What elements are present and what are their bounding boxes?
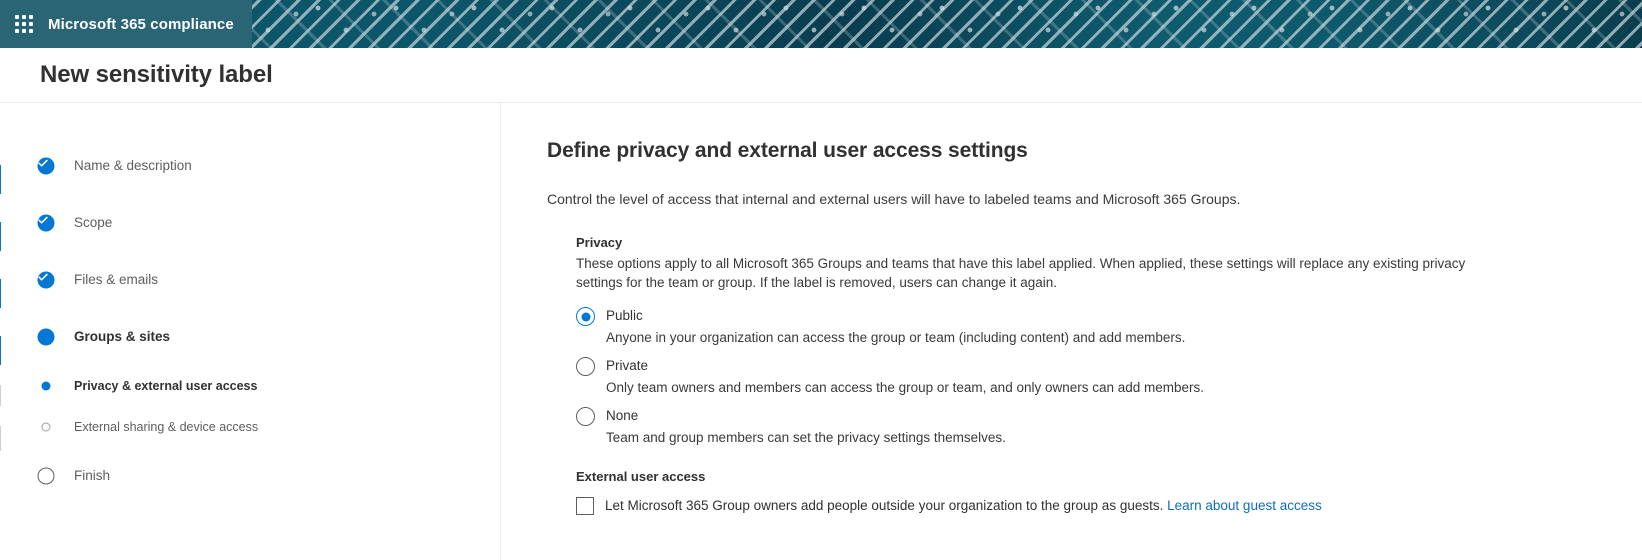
step-marker-current-icon: [38, 328, 55, 345]
wizard-step-groups-sites[interactable]: Groups & sites: [46, 308, 500, 365]
wizard-step-external-sharing-device-access[interactable]: External sharing & device access: [46, 406, 500, 447]
privacy-section: Privacy These options apply to all Micro…: [547, 235, 1602, 515]
wizard-step-label: Privacy & external user access: [46, 379, 257, 393]
privacy-description: These options apply to all Microsoft 365…: [576, 254, 1476, 292]
wizard-step-name-description[interactable]: Name & description: [46, 137, 500, 194]
step-marker-todo-icon: [38, 467, 55, 484]
wizard-navigation: Name & description Scope Files & emails: [0, 103, 501, 560]
suite-title[interactable]: Microsoft 365 compliance: [48, 16, 234, 33]
wizard-step-label: External sharing & device access: [46, 420, 258, 434]
external-user-access-heading: External user access: [576, 469, 1602, 484]
radio-button-private[interactable]: [576, 357, 595, 376]
checkbox-allow-guests[interactable]: [576, 497, 594, 515]
wizard-step-privacy-external-user-access[interactable]: Privacy & external user access: [46, 365, 500, 406]
radio-label-public: Public: [606, 306, 643, 325]
app-launcher-waffle-icon[interactable]: [0, 0, 48, 48]
step-marker-complete-icon: [38, 214, 55, 231]
main-panel: Define privacy and external user access …: [501, 103, 1642, 560]
radio-option-none[interactable]: None: [576, 406, 1602, 426]
radio-button-none[interactable]: [576, 407, 595, 426]
step-connector: [0, 336, 1, 365]
privacy-heading: Privacy: [576, 235, 1602, 250]
step-marker-complete-icon: [38, 157, 55, 174]
radio-option-public[interactable]: Public: [576, 306, 1602, 326]
radio-option-private[interactable]: Private: [576, 356, 1602, 376]
section-heading: Define privacy and external user access …: [547, 139, 1602, 163]
wizard-step-scope[interactable]: Scope: [46, 194, 500, 251]
substep-marker-todo-icon: [42, 422, 51, 431]
radio-label-private: Private: [606, 356, 648, 375]
radio-label-none: None: [606, 406, 638, 425]
radio-description-public: Anyone in your organization can access t…: [576, 328, 1602, 347]
wizard-step-list: Name & description Scope Files & emails: [0, 137, 500, 504]
checkbox-label-text: Let Microsoft 365 Group owners add peopl…: [605, 498, 1163, 513]
page-title-bar: New sensitivity label: [0, 48, 1642, 103]
wizard-step-label: Files & emails: [46, 272, 158, 287]
waffle-grid: [15, 15, 33, 33]
wizard-step-label: Name & description: [46, 158, 192, 173]
suite-header: Microsoft 365 compliance: [0, 0, 1642, 48]
page-title: New sensitivity label: [40, 61, 273, 89]
wizard-step-label: Groups & sites: [46, 329, 170, 344]
external-guest-access-row[interactable]: Let Microsoft 365 Group owners add peopl…: [576, 496, 1602, 515]
wizard-step-finish[interactable]: Finish: [46, 447, 500, 504]
step-connector: [0, 385, 1, 406]
learn-about-guest-access-link[interactable]: Learn about guest access: [1167, 498, 1322, 513]
step-connector: [0, 426, 1, 451]
content-area: Name & description Scope Files & emails: [0, 103, 1642, 560]
wizard-step-label: Scope: [46, 215, 112, 230]
step-connector: [0, 279, 1, 308]
step-marker-complete-icon: [38, 271, 55, 288]
radio-description-private: Only team owners and members can access …: [576, 378, 1602, 397]
step-connector: [0, 222, 1, 251]
substep-marker-current-icon: [42, 381, 51, 390]
wizard-step-label: Finish: [46, 468, 110, 483]
checkbox-label-allow-guests: Let Microsoft 365 Group owners add peopl…: [605, 496, 1322, 515]
radio-description-none: Team and group members can set the priva…: [576, 428, 1602, 447]
radio-button-public[interactable]: [576, 307, 595, 326]
section-description: Control the level of access that interna…: [547, 189, 1602, 209]
suite-header-brand-block: Microsoft 365 compliance: [0, 0, 252, 48]
wizard-step-files-emails[interactable]: Files & emails: [46, 251, 500, 308]
step-connector: [0, 165, 1, 194]
